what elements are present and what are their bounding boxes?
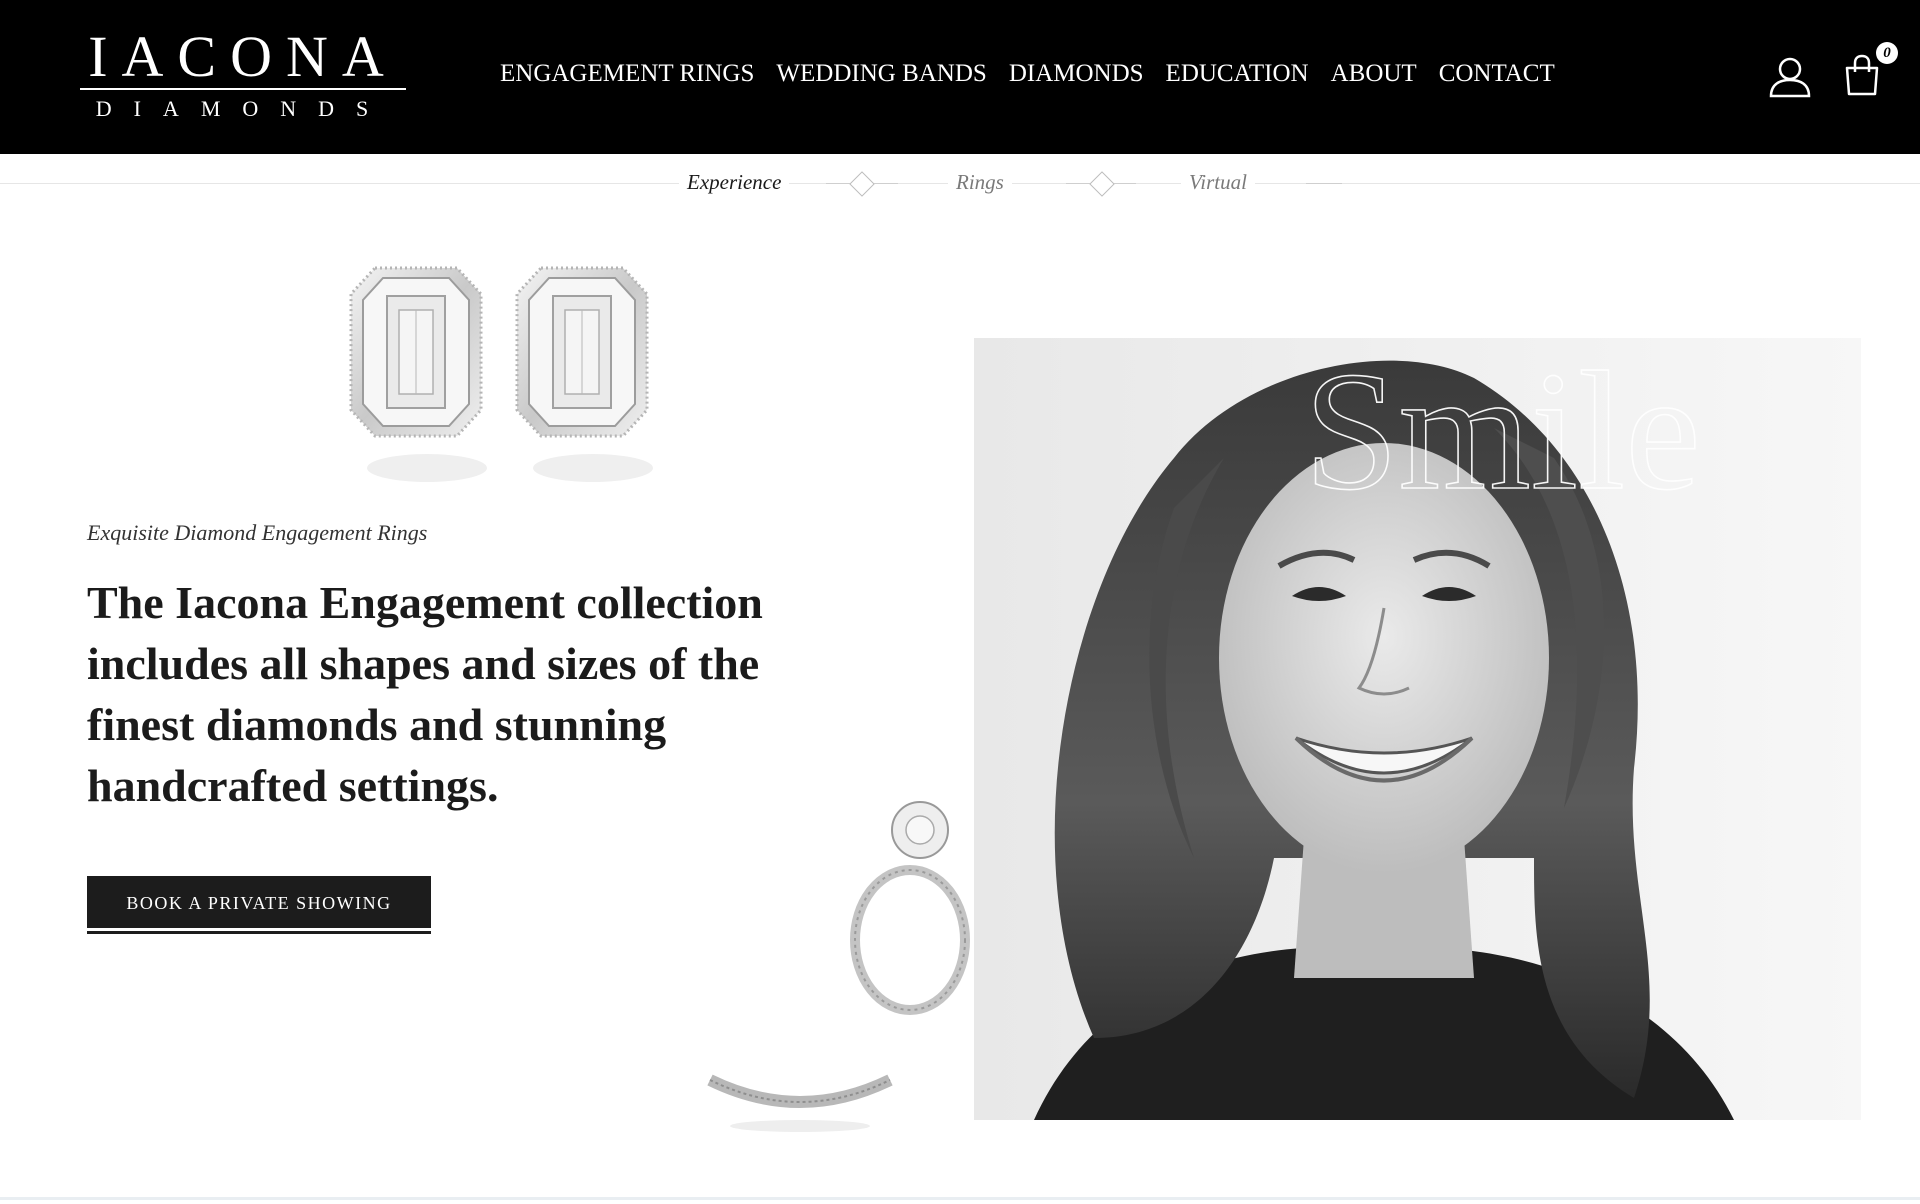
- portrait-illustration: Smile: [974, 338, 1861, 1120]
- iacona-logo[interactable]: IACONA DIAMONDS: [80, 28, 406, 128]
- engagement-ring-image: [850, 801, 970, 1015]
- site-header: IACONA DIAMONDS ENGAGEMENT RINGS WEDDING…: [0, 0, 1920, 154]
- step-virtual[interactable]: Virtual: [1181, 170, 1255, 195]
- hero-headline: The Iacona Engagement collection include…: [87, 577, 763, 811]
- hero-kicker: Exquisite Diamond Engagement Rings: [87, 520, 428, 545]
- nav-contact[interactable]: CONTACT: [1439, 56, 1555, 92]
- step-experience[interactable]: Experience: [679, 170, 790, 195]
- user-icon[interactable]: [1768, 56, 1812, 98]
- diamond-icon: [1089, 171, 1115, 197]
- nav-about[interactable]: ABOUT: [1331, 56, 1417, 92]
- diamond-icon: [849, 171, 875, 197]
- logo-divider: [80, 88, 406, 90]
- logo-wordmark: IACONA: [88, 24, 398, 89]
- page-divider: [0, 1197, 1920, 1200]
- step-rings[interactable]: Rings: [948, 170, 1012, 195]
- main-nav: ENGAGEMENT RINGS WEDDING BANDS DIAMONDS …: [500, 56, 1555, 92]
- smiling-woman-photo: Smile: [974, 338, 1861, 1120]
- nav-diamonds[interactable]: DIAMONDS: [1009, 56, 1144, 92]
- nav-engagement-rings[interactable]: ENGAGEMENT RINGS: [500, 56, 754, 92]
- step-connector: [1306, 183, 1342, 184]
- smile-overlay-text: Smile: [1304, 338, 1701, 525]
- cart-count-badge: 0: [1876, 42, 1898, 64]
- nav-wedding-bands[interactable]: WEDDING BANDS: [776, 56, 986, 92]
- earrings-image: [349, 266, 653, 482]
- ring-band-image: [707, 1074, 893, 1132]
- shopping-bag-icon[interactable]: [1844, 54, 1880, 96]
- nav-education[interactable]: EDUCATION: [1166, 56, 1309, 92]
- logo-subtitle: DIAMONDS: [95, 96, 391, 121]
- book-private-showing-button[interactable]: BOOK A PRIVATE SHOWING: [87, 876, 431, 928]
